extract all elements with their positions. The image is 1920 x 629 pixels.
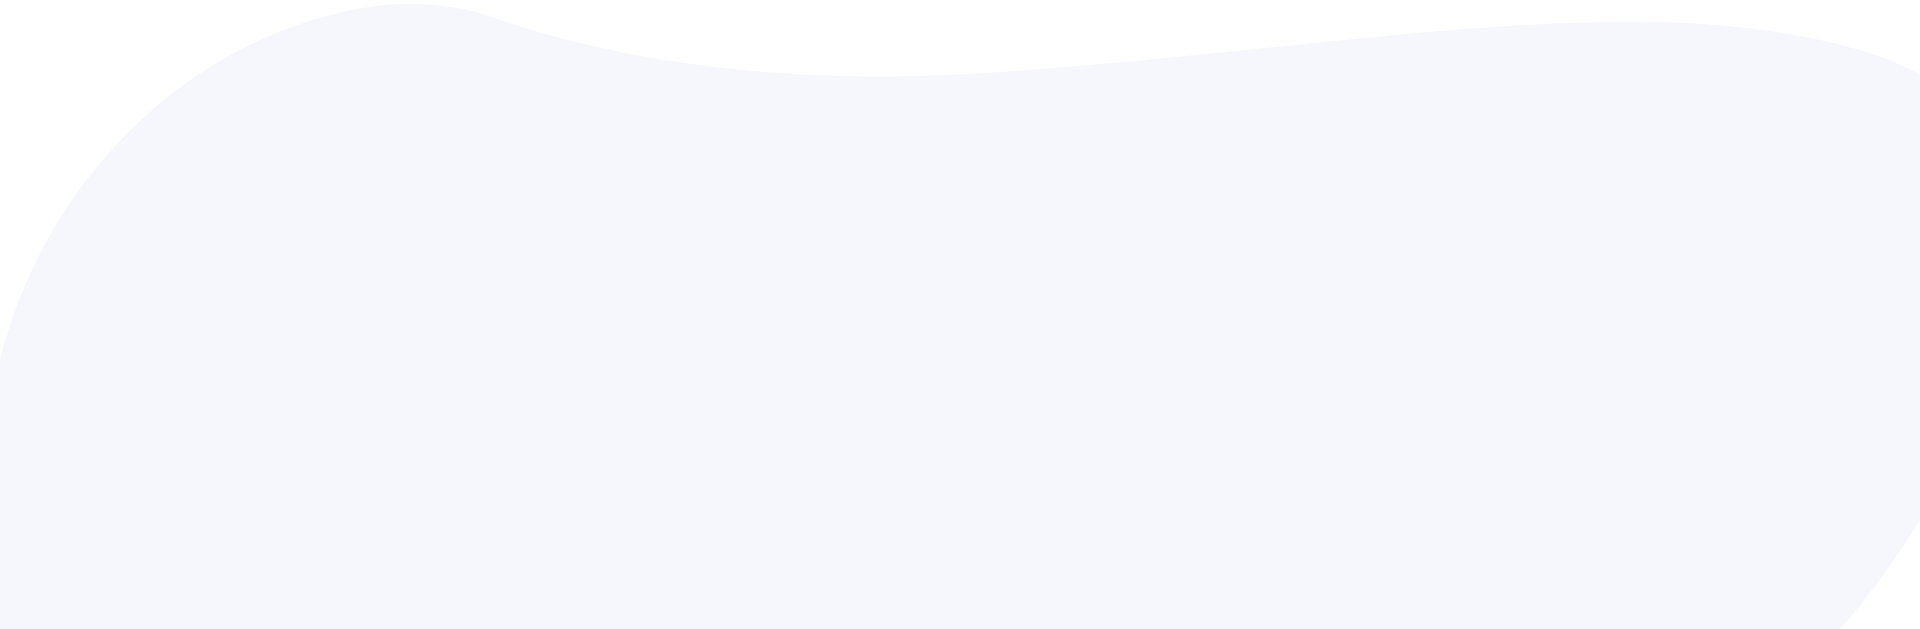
decorative-background-blob [0,3,1920,629]
background-canvas [0,0,1920,629]
blob-shape [0,3,1920,629]
